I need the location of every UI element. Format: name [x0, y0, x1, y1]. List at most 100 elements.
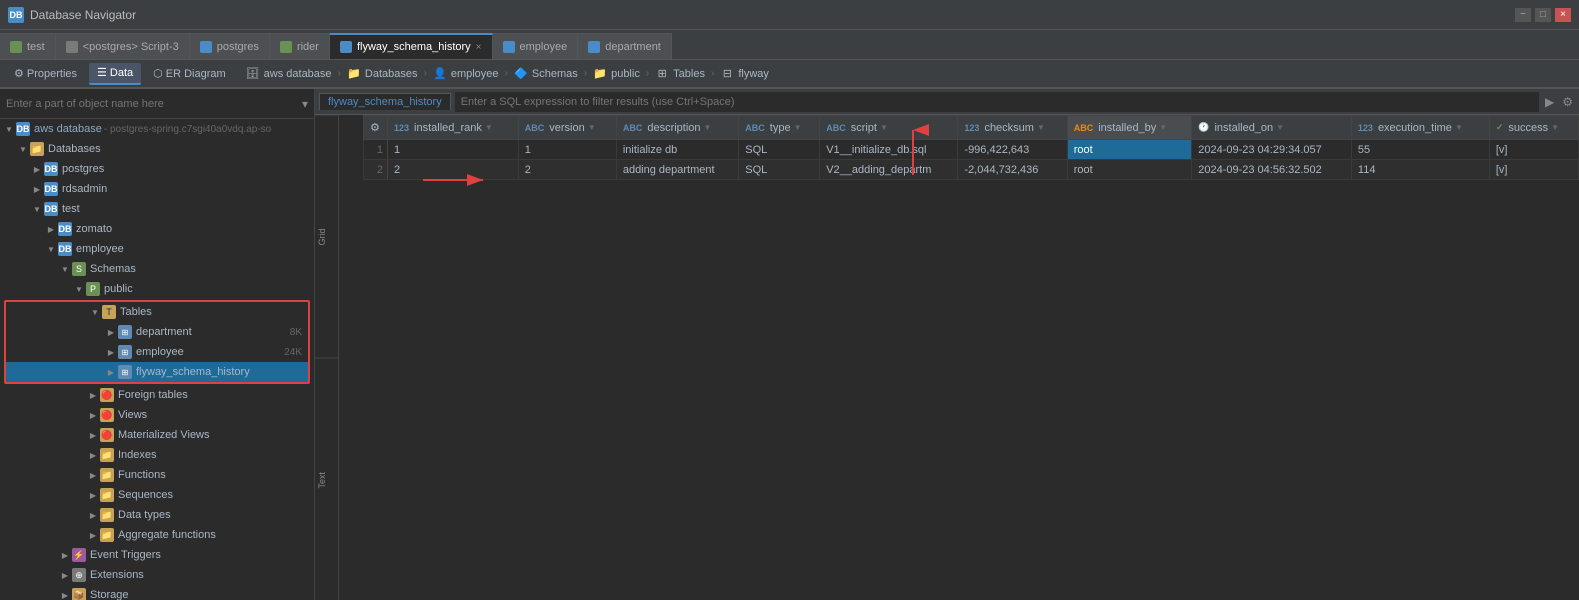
breadcrumb-public[interactable]: 📁 public: [593, 67, 640, 81]
sidebar-item-mat-views[interactable]: ▶ 🔴 Materialized Views: [0, 425, 314, 445]
breadcrumb-tables[interactable]: ⊞ Tables: [655, 67, 705, 81]
main-toolbar: ⚙ Properties ☰ Data ⬡ ER Diagram: [0, 60, 240, 88]
tab-test[interactable]: test: [0, 33, 56, 59]
tab-label-department: department: [605, 41, 661, 53]
sidebar-item-aws-database[interactable]: ▼ DB aws database - postgres-spring.c7sg…: [0, 119, 314, 139]
sidebar-item-postgres-db[interactable]: ▶ DB postgres: [0, 159, 314, 179]
sidebar-item-functions[interactable]: ▶ 📁 Functions: [0, 465, 314, 485]
test-db-icon: DB: [44, 202, 58, 216]
sidebar-item-data-types[interactable]: ▶ 📁 Data types: [0, 505, 314, 525]
sidebar-item-test-db[interactable]: ▼ DB test: [0, 199, 314, 219]
storage-icon: 📦: [72, 588, 86, 600]
installed-by-label: installed_by: [1098, 122, 1156, 134]
sidebar-item-employee-table[interactable]: ▶ ⊞ employee 24K: [6, 342, 308, 362]
header-installed-on[interactable]: 🕐 installed_on ▼: [1192, 116, 1352, 140]
sidebar-item-views[interactable]: ▶ 🔴 Views: [0, 405, 314, 425]
databases-label: Databases: [48, 143, 101, 155]
indexes-label: Indexes: [118, 449, 157, 461]
breadcrumb-databases[interactable]: 📁 Databases: [347, 67, 418, 81]
tab-icon-flyway: [340, 41, 352, 53]
maximize-button[interactable]: □: [1535, 8, 1551, 22]
tab-script3[interactable]: <postgres> Script-3: [56, 33, 190, 59]
emp-table-arrow: ▶: [104, 348, 118, 357]
flyway-table-icon: ⊞: [118, 365, 132, 379]
header-success[interactable]: ✓ success ▼: [1489, 116, 1578, 140]
filter-icon-group: ▶ ⚙: [1543, 93, 1575, 111]
mat-views-icon: 🔴: [100, 428, 114, 442]
filter-icon[interactable]: ▾: [302, 97, 308, 111]
breadcrumb-schemas[interactable]: 🔷 Schemas: [514, 67, 578, 81]
tab-employee[interactable]: employee: [493, 33, 579, 59]
tab-icon-rider: [280, 41, 292, 53]
sidebar-item-public[interactable]: ▼ P public: [0, 279, 314, 299]
header-version[interactable]: ABC version ▼: [518, 116, 616, 140]
table-row[interactable]: 1 1 1 initialize db SQL V1__initialize_d…: [364, 140, 1579, 160]
row-num-1: 1: [364, 140, 388, 160]
header-settings[interactable]: ⚙: [364, 116, 388, 140]
data-button[interactable]: ☰ Data: [89, 63, 141, 85]
breadcrumb-toolbar: 🗄 aws database › 📁 Databases › 👤 employe…: [240, 60, 1579, 88]
header-installed-by[interactable]: ABC installed_by ▼: [1067, 116, 1192, 140]
table-header-row: ⚙ 123 installed_rank ▼: [364, 116, 1579, 140]
sidebar-item-employee-db[interactable]: ▼ DB employee: [0, 239, 314, 259]
filter-bar: flyway_schema_history ▶ ⚙: [315, 89, 1579, 115]
sidebar-item-indexes[interactable]: ▶ 📁 Indexes: [0, 445, 314, 465]
tab-label-script3: <postgres> Script-3: [83, 41, 179, 53]
window-controls[interactable]: − □ ×: [1515, 8, 1571, 22]
tab-department[interactable]: department: [578, 33, 672, 59]
filter-action-icon[interactable]: ▶: [1543, 93, 1556, 111]
search-input[interactable]: [6, 98, 298, 110]
views-icon: 🔴: [100, 408, 114, 422]
header-installed-rank[interactable]: 123 installed_rank ▼: [388, 116, 519, 140]
foreign-arrow: ▶: [86, 391, 100, 400]
tab-icon-department: [588, 41, 600, 53]
version-label: version: [549, 122, 584, 134]
tab-icon-script3: [66, 41, 78, 53]
sidebar-item-sequences[interactable]: ▶ 📁 Sequences: [0, 485, 314, 505]
sidebar-item-extensions[interactable]: ▶ ⊕ Extensions: [0, 565, 314, 585]
breadcrumb-databases-label: Databases: [365, 68, 418, 80]
header-script[interactable]: ABC script ▼: [820, 116, 958, 140]
sidebar-item-foreign-tables[interactable]: ▶ 🔴 Foreign tables: [0, 385, 314, 405]
minimize-button[interactable]: −: [1515, 8, 1531, 22]
header-type[interactable]: ABC type ▼: [739, 116, 820, 140]
tab-rider[interactable]: rider: [270, 33, 330, 59]
sidebar-item-rdsadmin[interactable]: ▶ DB rdsadmin: [0, 179, 314, 199]
table-tab[interactable]: flyway_schema_history: [319, 93, 451, 110]
tab-close-flyway[interactable]: ×: [476, 42, 482, 53]
installed-rank-type: 123: [394, 123, 409, 133]
sidebar-search-bar[interactable]: ▾: [0, 89, 314, 119]
header-checksum[interactable]: 123 checksum ▼: [958, 116, 1067, 140]
table-row[interactable]: 2 2 2 adding department SQL V2__adding_d…: [364, 160, 1579, 180]
sidebar-item-department-table[interactable]: ▶ ⊞ department 8K: [6, 322, 308, 342]
er-diagram-button[interactable]: ⬡ ER Diagram: [145, 63, 234, 85]
filter-settings-icon[interactable]: ⚙: [1560, 93, 1575, 111]
success-type: ✓: [1496, 122, 1504, 133]
close-button[interactable]: ×: [1555, 8, 1571, 22]
databases-icon: 📁: [347, 67, 361, 81]
sidebar-item-tables[interactable]: ▼ T Tables: [6, 302, 308, 322]
sidebar-item-zomato[interactable]: ▶ DB zomato: [0, 219, 314, 239]
breadcrumb-aws-database[interactable]: 🗄 aws database: [246, 67, 332, 81]
sidebar-item-databases[interactable]: ▼ 📁 Databases: [0, 139, 314, 159]
tab-flyway[interactable]: flyway_schema_history ×: [330, 33, 493, 59]
header-execution-time[interactable]: 123 execution_time ▼: [1351, 116, 1489, 140]
breadcrumb-flyway[interactable]: ⊟ flyway: [720, 67, 769, 81]
sidebar-item-flyway-table[interactable]: ▶ ⊞ flyway_schema_history: [6, 362, 308, 382]
filter-input[interactable]: [455, 92, 1539, 112]
sidebar-item-aggregate-functions[interactable]: ▶ 📁 Aggregate functions: [0, 525, 314, 545]
sidebar-item-event-triggers[interactable]: ▶ ⚡ Event Triggers: [0, 545, 314, 565]
tables-label: Tables: [120, 306, 152, 318]
cell-checksum-1: -996,422,643: [958, 140, 1067, 160]
breadcrumb-employee[interactable]: 👤 employee: [433, 67, 499, 81]
tab-postgres[interactable]: postgres: [190, 33, 270, 59]
header-description[interactable]: ABC description ▼: [616, 116, 738, 140]
type-type: ABC: [745, 123, 765, 133]
sidebar-item-schemas[interactable]: ▼ S Schemas: [0, 259, 314, 279]
sidebar-item-storage[interactable]: ▶ 📦 Storage: [0, 585, 314, 600]
sep6: ›: [711, 68, 714, 79]
emp-table-label: employee: [136, 346, 184, 358]
grid-label[interactable]: Grid: [315, 115, 338, 358]
text-label[interactable]: Text: [315, 358, 338, 600]
properties-button[interactable]: ⚙ Properties: [6, 63, 85, 85]
